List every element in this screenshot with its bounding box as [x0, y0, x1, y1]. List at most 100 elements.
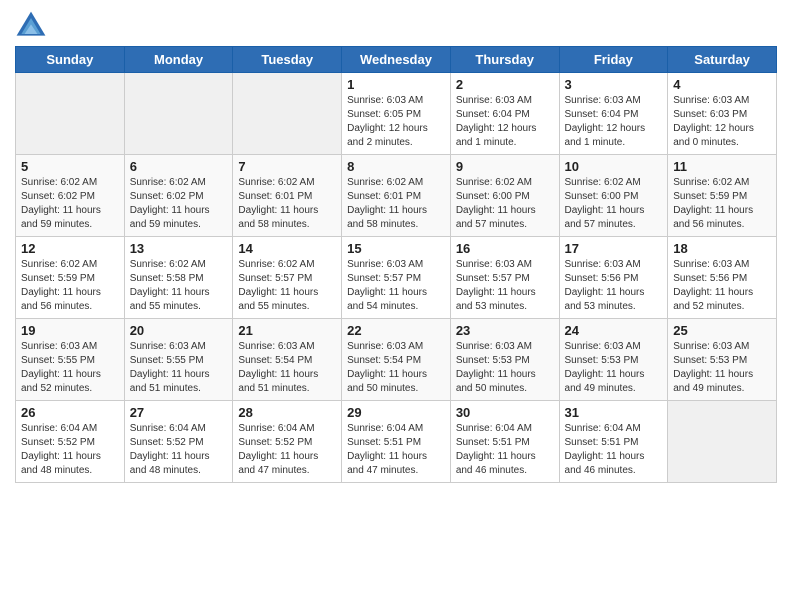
day-info: Sunrise: 6:02 AM Sunset: 5:58 PM Dayligh… — [130, 258, 228, 314]
calendar-table: SundayMondayTuesdayWednesdayThursdayFrid… — [15, 46, 777, 483]
day-info: Sunrise: 6:04 AM Sunset: 5:51 PM Dayligh… — [456, 422, 554, 478]
calendar-cell: 30 Sunrise: 6:04 AM Sunset: 5:51 PM Dayli… — [450, 401, 559, 483]
calendar-cell: 31 Sunrise: 6:04 AM Sunset: 5:51 PM Dayli… — [559, 401, 668, 483]
day-info: Sunrise: 6:02 AM Sunset: 6:01 PM Dayligh… — [347, 176, 445, 232]
day-number: 1 — [347, 77, 445, 92]
day-number: 30 — [456, 405, 554, 420]
day-info: Sunrise: 6:02 AM Sunset: 6:00 PM Dayligh… — [456, 176, 554, 232]
calendar-cell: 4 Sunrise: 6:03 AM Sunset: 6:03 PM Daylig… — [668, 73, 777, 155]
calendar-cell: 13 Sunrise: 6:02 AM Sunset: 5:58 PM Dayli… — [124, 237, 233, 319]
calendar-cell: 7 Sunrise: 6:02 AM Sunset: 6:01 PM Daylig… — [233, 155, 342, 237]
calendar-cell: 14 Sunrise: 6:02 AM Sunset: 5:57 PM Dayli… — [233, 237, 342, 319]
calendar-week-4: 19 Sunrise: 6:03 AM Sunset: 5:55 PM Dayli… — [16, 319, 777, 401]
day-number: 16 — [456, 241, 554, 256]
weekday-header-saturday: Saturday — [668, 47, 777, 73]
calendar-cell: 9 Sunrise: 6:02 AM Sunset: 6:00 PM Daylig… — [450, 155, 559, 237]
day-info: Sunrise: 6:02 AM Sunset: 6:02 PM Dayligh… — [21, 176, 119, 232]
calendar-cell: 10 Sunrise: 6:02 AM Sunset: 6:00 PM Dayli… — [559, 155, 668, 237]
calendar-cell: 25 Sunrise: 6:03 AM Sunset: 5:53 PM Dayli… — [668, 319, 777, 401]
day-number: 8 — [347, 159, 445, 174]
logo-icon — [15, 10, 47, 38]
calendar-week-1: 1Sunrise: 6:03 AM Sunset: 6:05 PM Daylig… — [16, 73, 777, 155]
weekday-header-tuesday: Tuesday — [233, 47, 342, 73]
calendar-cell: 18Sunrise: 6:03 AM Sunset: 5:56 PM Dayli… — [668, 237, 777, 319]
day-info: Sunrise: 6:03 AM Sunset: 5:55 PM Dayligh… — [130, 340, 228, 396]
calendar-cell — [124, 73, 233, 155]
calendar-cell: 22 Sunrise: 6:03 AM Sunset: 5:54 PM Dayli… — [342, 319, 451, 401]
calendar-cell: 5Sunrise: 6:02 AM Sunset: 6:02 PM Daylig… — [16, 155, 125, 237]
weekday-header-monday: Monday — [124, 47, 233, 73]
calendar-cell: 26 Sunrise: 6:04 AM Sunset: 5:52 PM Dayli… — [16, 401, 125, 483]
day-info: Sunrise: 6:03 AM Sunset: 5:54 PM Dayligh… — [347, 340, 445, 396]
day-number: 28 — [238, 405, 336, 420]
logo — [15, 10, 51, 38]
calendar-cell — [668, 401, 777, 483]
day-info: Sunrise: 6:04 AM Sunset: 5:51 PM Dayligh… — [347, 422, 445, 478]
day-info: Sunrise: 6:02 AM Sunset: 6:01 PM Dayligh… — [238, 176, 336, 232]
weekday-header-wednesday: Wednesday — [342, 47, 451, 73]
day-info: Sunrise: 6:02 AM Sunset: 6:02 PM Dayligh… — [130, 176, 228, 232]
calendar-cell — [16, 73, 125, 155]
day-number: 22 — [347, 323, 445, 338]
day-info: Sunrise: 6:02 AM Sunset: 5:57 PM Dayligh… — [238, 258, 336, 314]
calendar-cell: 21Sunrise: 6:03 AM Sunset: 5:54 PM Dayli… — [233, 319, 342, 401]
calendar-cell: 8 Sunrise: 6:02 AM Sunset: 6:01 PM Daylig… — [342, 155, 451, 237]
day-info: Sunrise: 6:03 AM Sunset: 6:04 PM Dayligh… — [565, 94, 663, 150]
calendar-cell: 1Sunrise: 6:03 AM Sunset: 6:05 PM Daylig… — [342, 73, 451, 155]
day-number: 4 — [673, 77, 771, 92]
day-info: Sunrise: 6:03 AM Sunset: 5:53 PM Dayligh… — [673, 340, 771, 396]
day-number: 3 — [565, 77, 663, 92]
calendar-cell: 16Sunrise: 6:03 AM Sunset: 5:57 PM Dayli… — [450, 237, 559, 319]
day-number: 2 — [456, 77, 554, 92]
day-info: Sunrise: 6:04 AM Sunset: 5:52 PM Dayligh… — [130, 422, 228, 478]
day-info: Sunrise: 6:03 AM Sunset: 5:55 PM Dayligh… — [21, 340, 119, 396]
day-info: Sunrise: 6:03 AM Sunset: 6:03 PM Dayligh… — [673, 94, 771, 150]
calendar-week-2: 5Sunrise: 6:02 AM Sunset: 6:02 PM Daylig… — [16, 155, 777, 237]
day-number: 13 — [130, 241, 228, 256]
day-number: 24 — [565, 323, 663, 338]
weekday-header-row: SundayMondayTuesdayWednesdayThursdayFrid… — [16, 47, 777, 73]
calendar-week-3: 12Sunrise: 6:02 AM Sunset: 5:59 PM Dayli… — [16, 237, 777, 319]
day-number: 29 — [347, 405, 445, 420]
day-info: Sunrise: 6:04 AM Sunset: 5:52 PM Dayligh… — [238, 422, 336, 478]
calendar-cell: 11Sunrise: 6:02 AM Sunset: 5:59 PM Dayli… — [668, 155, 777, 237]
calendar-cell: 23 Sunrise: 6:03 AM Sunset: 5:53 PM Dayli… — [450, 319, 559, 401]
day-info: Sunrise: 6:03 AM Sunset: 5:53 PM Dayligh… — [565, 340, 663, 396]
day-info: Sunrise: 6:03 AM Sunset: 5:57 PM Dayligh… — [347, 258, 445, 314]
day-number: 17 — [565, 241, 663, 256]
day-info: Sunrise: 6:04 AM Sunset: 5:51 PM Dayligh… — [565, 422, 663, 478]
day-number: 19 — [21, 323, 119, 338]
weekday-header-friday: Friday — [559, 47, 668, 73]
day-number: 15 — [347, 241, 445, 256]
calendar-week-5: 26 Sunrise: 6:04 AM Sunset: 5:52 PM Dayli… — [16, 401, 777, 483]
calendar-cell: 20 Sunrise: 6:03 AM Sunset: 5:55 PM Dayli… — [124, 319, 233, 401]
day-number: 27 — [130, 405, 228, 420]
calendar-cell: 19 Sunrise: 6:03 AM Sunset: 5:55 PM Dayli… — [16, 319, 125, 401]
day-number: 23 — [456, 323, 554, 338]
day-info: Sunrise: 6:02 AM Sunset: 6:00 PM Dayligh… — [565, 176, 663, 232]
header-area — [15, 10, 777, 38]
calendar-cell: 24 Sunrise: 6:03 AM Sunset: 5:53 PM Dayli… — [559, 319, 668, 401]
calendar-cell: 6 Sunrise: 6:02 AM Sunset: 6:02 PM Daylig… — [124, 155, 233, 237]
day-number: 31 — [565, 405, 663, 420]
day-info: Sunrise: 6:02 AM Sunset: 5:59 PM Dayligh… — [21, 258, 119, 314]
day-info: Sunrise: 6:03 AM Sunset: 5:53 PM Dayligh… — [456, 340, 554, 396]
calendar-cell: 29 Sunrise: 6:04 AM Sunset: 5:51 PM Dayli… — [342, 401, 451, 483]
calendar-cell: 17Sunrise: 6:03 AM Sunset: 5:56 PM Dayli… — [559, 237, 668, 319]
day-number: 6 — [130, 159, 228, 174]
day-number: 7 — [238, 159, 336, 174]
day-number: 25 — [673, 323, 771, 338]
calendar-cell: 15 Sunrise: 6:03 AM Sunset: 5:57 PM Dayli… — [342, 237, 451, 319]
day-number: 14 — [238, 241, 336, 256]
day-number: 26 — [21, 405, 119, 420]
day-info: Sunrise: 6:03 AM Sunset: 5:56 PM Dayligh… — [673, 258, 771, 314]
day-info: Sunrise: 6:04 AM Sunset: 5:52 PM Dayligh… — [21, 422, 119, 478]
day-number: 10 — [565, 159, 663, 174]
day-number: 20 — [130, 323, 228, 338]
calendar-cell: 3 Sunrise: 6:03 AM Sunset: 6:04 PM Daylig… — [559, 73, 668, 155]
calendar-cell — [233, 73, 342, 155]
day-number: 9 — [456, 159, 554, 174]
day-number: 21 — [238, 323, 336, 338]
page-container: SundayMondayTuesdayWednesdayThursdayFrid… — [0, 0, 792, 493]
day-info: Sunrise: 6:03 AM Sunset: 6:04 PM Dayligh… — [456, 94, 554, 150]
